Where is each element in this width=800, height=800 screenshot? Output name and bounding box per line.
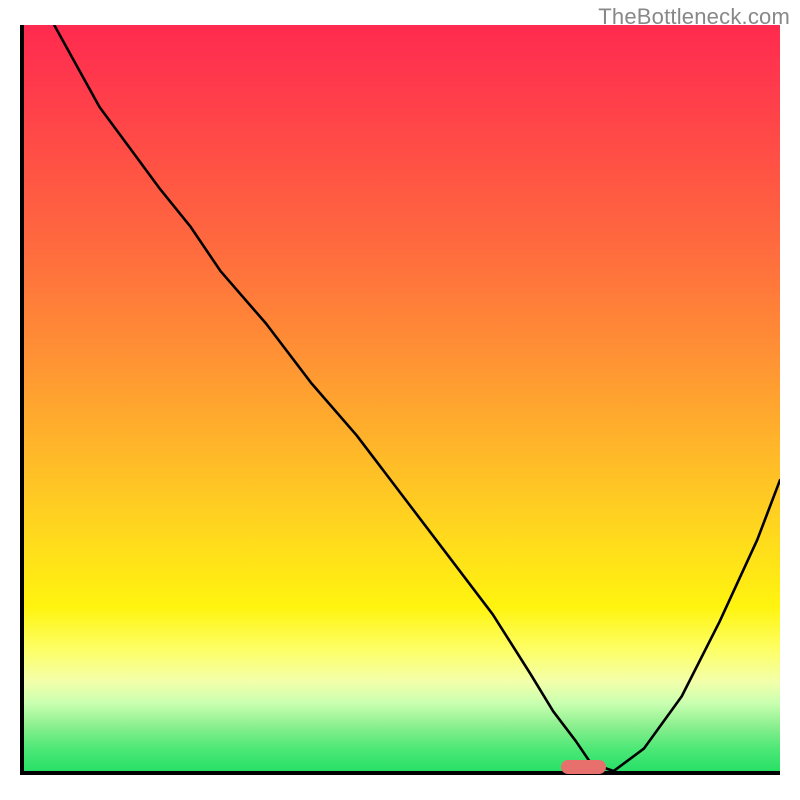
optimal-marker [561,760,606,774]
bottleneck-curve-path [54,25,780,771]
curve-layer [24,25,780,771]
plot-area [20,25,780,775]
bottleneck-chart: TheBottleneck.com [0,0,800,800]
